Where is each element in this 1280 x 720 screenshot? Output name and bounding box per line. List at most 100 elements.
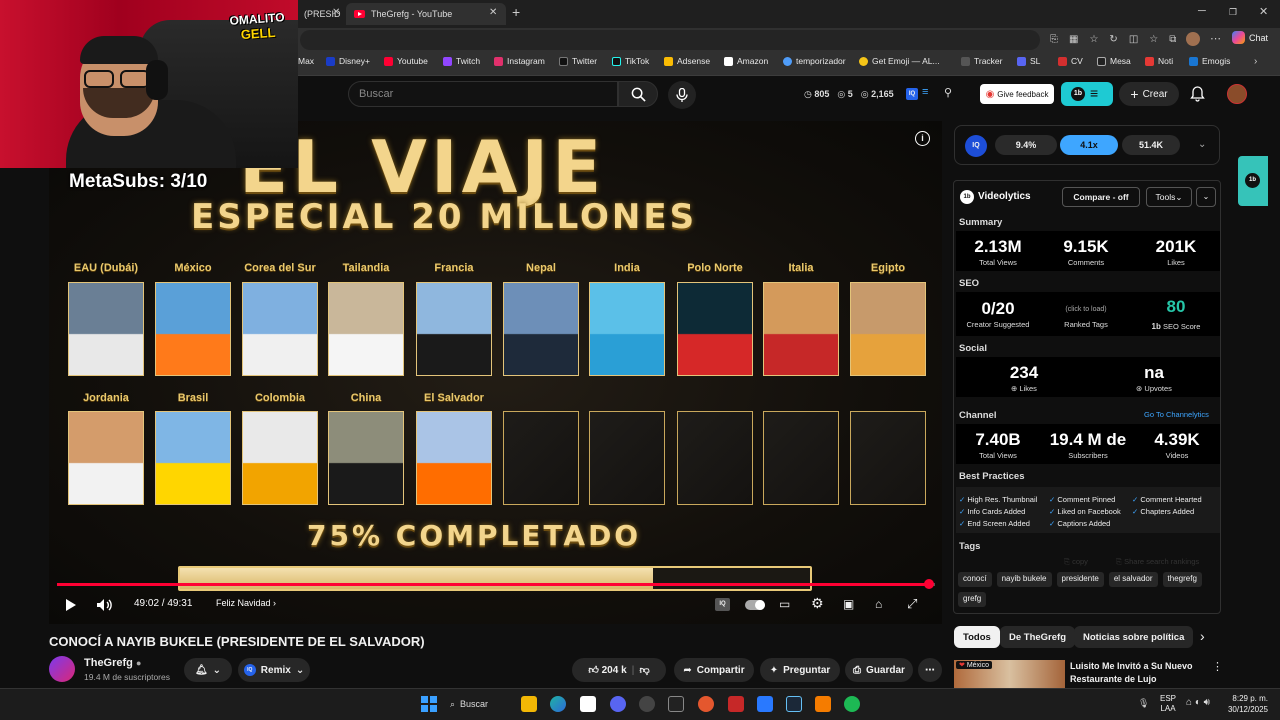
bookmark-item[interactable]: Twitch bbox=[443, 56, 480, 66]
bookmark-item[interactable]: Tracker bbox=[961, 56, 1003, 66]
channel-name[interactable]: TheGrefg ● bbox=[84, 657, 141, 669]
video-player[interactable]: EL VIAJE ESPECIAL 20 MILLONES i 75% COMP… bbox=[49, 121, 942, 624]
bookmark-item[interactable]: Adsense bbox=[664, 56, 710, 66]
epic-games-icon[interactable] bbox=[668, 696, 684, 712]
profile-avatar[interactable] bbox=[1186, 32, 1200, 46]
chip-channel[interactable]: De TheGrefg bbox=[1000, 626, 1076, 648]
file-explorer-icon[interactable] bbox=[521, 696, 537, 712]
app-icon[interactable] bbox=[728, 696, 744, 712]
favorite-icon[interactable]: ☆ bbox=[1089, 34, 1098, 45]
panel-collapse-button[interactable]: ⌄ bbox=[1196, 187, 1216, 207]
seek-handle[interactable] bbox=[924, 579, 934, 589]
close-tab-icon[interactable]: ✕ bbox=[332, 7, 340, 18]
chapter-button[interactable]: Feliz Navidad › bbox=[216, 598, 276, 608]
autoplay-toggle[interactable] bbox=[745, 600, 765, 610]
app-icon[interactable] bbox=[698, 696, 714, 712]
chip-all[interactable]: Todos bbox=[954, 626, 1000, 648]
save-button[interactable]: ⎙ Guardar bbox=[845, 658, 913, 682]
bookmark-item[interactable]: Disney+ bbox=[326, 56, 370, 66]
info-icon[interactable]: i bbox=[915, 131, 930, 146]
chip-politics[interactable]: Noticias sobre política bbox=[1074, 626, 1194, 648]
top-stat-ctr[interactable]: 9.4% bbox=[995, 135, 1057, 155]
tools-dropdown[interactable]: Tools ⌄ bbox=[1146, 187, 1192, 207]
share-rankings-button[interactable]: ⎘ Share search rankings bbox=[1116, 557, 1199, 567]
fullscreen-icon[interactable]: ⤢ bbox=[907, 596, 917, 612]
bookmark-item[interactable]: Youtube bbox=[384, 56, 428, 66]
refresh-icon[interactable]: ↻ bbox=[1109, 34, 1117, 45]
bookmark-item[interactable]: TikTok bbox=[612, 56, 649, 66]
tag-chip[interactable]: presidente bbox=[1056, 572, 1104, 587]
extensions-icon[interactable]: ◫ bbox=[1129, 34, 1138, 45]
bookmark-item[interactable]: Max bbox=[298, 56, 314, 66]
remix-button[interactable]: IQ Remix ⌄ bbox=[238, 658, 310, 682]
recommended-title[interactable]: Luisito Me Invitó a Su Nuevo Restaurante… bbox=[1070, 660, 1208, 686]
give-feedback-button[interactable]: ◉ Give feedback bbox=[980, 84, 1054, 104]
miniplayer-icon[interactable]: ▣ bbox=[843, 597, 854, 611]
mic-tray-icon[interactable]: 🎙︎ bbox=[1138, 698, 1149, 709]
create-button[interactable]: + Crear bbox=[1119, 82, 1179, 106]
lightbulb-icon[interactable]: ⚲ bbox=[944, 86, 952, 99]
channelytics-link[interactable]: Go To Channelytics bbox=[1144, 410, 1209, 419]
top-stat-vph[interactable]: 51.4K bbox=[1122, 135, 1180, 155]
subscribed-bell-button[interactable]: 🔔︎ ⌄ bbox=[184, 658, 232, 682]
vidiq-side-tab[interactable]: 1b bbox=[1238, 156, 1268, 206]
tag-chip[interactable]: thegrefg bbox=[1162, 572, 1202, 587]
volume-icon[interactable] bbox=[96, 598, 113, 612]
tray-icons[interactable]: ⌂ ◐ 🔊︎ bbox=[1186, 697, 1210, 708]
app-icon[interactable] bbox=[815, 696, 831, 712]
ask-button[interactable]: ✦ Preguntar bbox=[760, 658, 840, 682]
apps-icon[interactable]: ▦ bbox=[1069, 34, 1078, 45]
list-icon[interactable]: ≡ bbox=[922, 86, 928, 98]
search-input[interactable]: Buscar bbox=[348, 81, 618, 107]
play-icon[interactable] bbox=[65, 598, 77, 612]
recommended-thumbnail[interactable]: ❤ México bbox=[954, 660, 1065, 688]
thumbs-down-icon[interactable]: 👎︎ bbox=[639, 664, 649, 676]
tag-chip[interactable]: nayib bukele bbox=[996, 572, 1052, 587]
store-icon[interactable] bbox=[580, 696, 596, 712]
minimize-icon[interactable]: ─ bbox=[1198, 5, 1206, 17]
steam-icon[interactable] bbox=[786, 696, 802, 712]
more-actions-button[interactable]: ⋯ bbox=[918, 658, 942, 682]
notifications-icon[interactable] bbox=[1190, 86, 1205, 102]
copy-tags-button[interactable]: ⎘ copy bbox=[1064, 557, 1088, 567]
bookmark-item[interactable]: CV bbox=[1058, 56, 1083, 66]
settings-icon[interactable]: ⚙ bbox=[811, 595, 824, 612]
collections-icon[interactable]: ☆ bbox=[1149, 34, 1158, 45]
bookmark-item[interactable]: Amazon bbox=[724, 56, 768, 66]
tag-chip[interactable]: grefg bbox=[958, 592, 987, 607]
bookmark-item[interactable]: Mesa bbox=[1097, 56, 1131, 66]
maximize-icon[interactable]: ❐ bbox=[1229, 7, 1237, 18]
channel-avatar[interactable] bbox=[49, 656, 75, 682]
address-field[interactable] bbox=[300, 30, 1040, 50]
search-button[interactable] bbox=[618, 81, 658, 107]
obs-icon[interactable] bbox=[639, 696, 655, 712]
taskbar-search[interactable]: ⌕ Buscar bbox=[450, 694, 510, 714]
bookmarks-overflow-icon[interactable]: › bbox=[1254, 56, 1257, 67]
bookmark-item[interactable]: Get Emoji — AL... bbox=[859, 56, 940, 66]
like-button[interactable]: 👍︎ 204 k bbox=[588, 664, 626, 676]
subtitles-icon[interactable]: ▭ bbox=[779, 597, 790, 611]
vidiq-player-icon[interactable]: IQ bbox=[715, 598, 730, 611]
bookmark-item[interactable]: SL bbox=[1017, 56, 1040, 66]
vidiq-menu-button[interactable]: 1b ≡ bbox=[1061, 82, 1113, 106]
account-avatar[interactable] bbox=[1227, 84, 1247, 104]
voice-search-button[interactable] bbox=[668, 81, 696, 109]
clock[interactable]: 8:29 p. m. 30/12/2025 bbox=[1224, 693, 1268, 715]
ranked-tags-load[interactable]: (click to load) bbox=[1044, 306, 1128, 313]
copilot-icon[interactable]: ⧉ bbox=[1169, 34, 1176, 45]
chevron-right-icon[interactable]: › bbox=[1200, 628, 1205, 644]
bookmark-item[interactable]: Twitter bbox=[559, 56, 597, 66]
new-tab-icon[interactable]: + bbox=[512, 4, 520, 20]
browser-tab-active[interactable]: TheGrefg - YouTube bbox=[346, 3, 506, 25]
bookmark-item[interactable]: Noti bbox=[1145, 56, 1173, 66]
bookmark-item[interactable]: temporizador bbox=[783, 56, 846, 66]
close-window-icon[interactable]: ✕ bbox=[1259, 5, 1268, 18]
language-indicator[interactable]: ESP LAA bbox=[1160, 694, 1176, 714]
share-button[interactable]: ➦ Compartir bbox=[674, 658, 754, 682]
cast-icon[interactable]: ⌂ bbox=[875, 597, 882, 611]
tag-chip[interactable]: conocí bbox=[958, 572, 992, 587]
discord-icon[interactable] bbox=[610, 696, 626, 712]
rec-more-icon[interactable]: ⋮ bbox=[1212, 660, 1223, 673]
spotify-icon[interactable] bbox=[844, 696, 860, 712]
windows-start-icon[interactable] bbox=[421, 696, 437, 712]
